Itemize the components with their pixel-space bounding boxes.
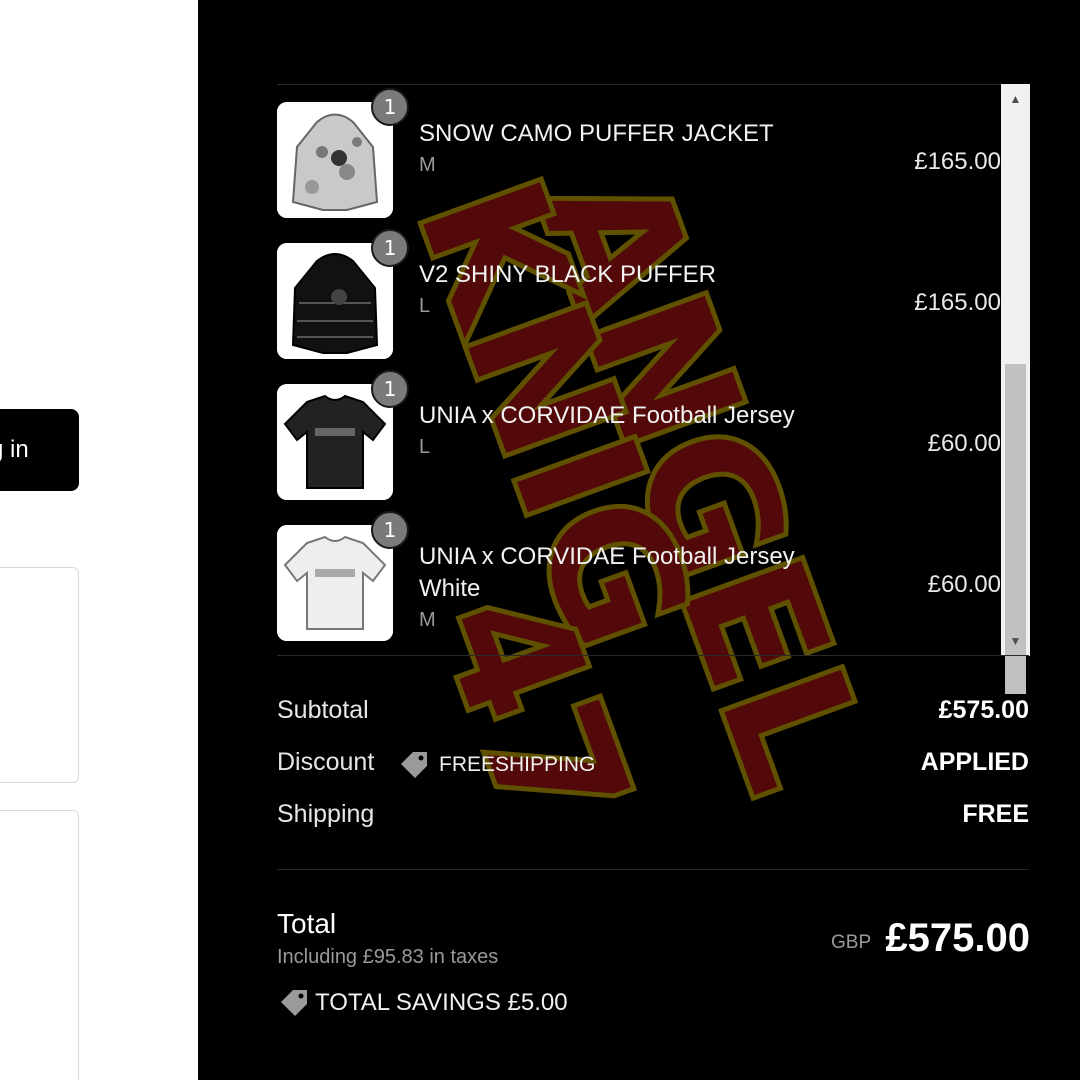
quantity-badge: 1 [371, 370, 409, 408]
item-name: SNOW CAMO PUFFER JACKET [419, 120, 774, 147]
form-box [0, 567, 79, 783]
order-summary-panel: ANGEL KNIG 47 1 SNOW CAMO PUFFER JACKET … [198, 0, 1080, 1080]
currency-code: GBP [831, 932, 872, 953]
scrollbar[interactable]: ▲ ▼ [1001, 84, 1030, 694]
login-button[interactable]: g in [0, 409, 79, 491]
shipping-row: Shipping FREE [277, 800, 1029, 840]
item-price: £165.00 [914, 289, 1001, 316]
shipping-value: FREE [962, 800, 1029, 828]
product-image: 1 [277, 511, 409, 641]
scroll-up-arrow-icon[interactable]: ▲ [1001, 84, 1030, 114]
shipping-label: Shipping [277, 800, 375, 828]
subtotal-value: £575.00 [938, 696, 1029, 724]
divider [277, 869, 1029, 870]
item-variant: M [419, 154, 436, 176]
scroll-down-arrow-icon[interactable]: ▼ [1001, 626, 1030, 656]
product-image: 1 [277, 229, 409, 359]
taxes-note: Including £95.83 in taxes [277, 946, 499, 968]
total-label: Total [277, 908, 337, 939]
item-variant: L [419, 295, 431, 317]
cart-item: 1 V2 SHINY BLACK PUFFER L £165.00 [277, 225, 1001, 359]
discount-row: Discount FREESHIPPING APPLIED [277, 748, 1029, 788]
cart-items-list[interactable]: 1 SNOW CAMO PUFFER JACKET M £165.00 1 V2… [277, 84, 1029, 656]
quantity-badge: 1 [371, 88, 409, 126]
item-price: £60.00 [927, 430, 1001, 457]
quantity-badge: 1 [371, 511, 409, 549]
cart-item: 1 SNOW CAMO PUFFER JACKET M £165.00 [277, 84, 1001, 218]
item-variant: L [419, 436, 431, 458]
quantity-badge: 1 [371, 229, 409, 267]
cart-item: 1 UNIA x CORVIDAE Football Jersey White … [277, 507, 1001, 655]
product-image: 1 [277, 88, 409, 218]
divider [277, 655, 1029, 656]
item-name: V2 SHINY BLACK PUFFER [419, 261, 716, 288]
tag-icon [401, 752, 427, 778]
item-name: UNIA x CORVIDAE Football Jersey [419, 402, 795, 429]
total-savings-text: TOTAL SAVINGS £5.00 [315, 989, 568, 1016]
discount-label: Discount [277, 748, 375, 776]
item-price: £165.00 [914, 148, 1001, 175]
item-variant: M [419, 609, 436, 631]
item-price: £60.00 [927, 571, 1001, 598]
form-box [0, 810, 79, 1080]
item-name: UNIA x CORVIDAE Football Jersey White [419, 543, 795, 602]
left-panel: g in [0, 0, 198, 1080]
total-value: £575.00 [885, 916, 1030, 960]
total-savings: TOTAL SAVINGS £5.00 [277, 988, 568, 1018]
subtotal-row: Subtotal £575.00 [277, 696, 1029, 736]
discount-value: APPLIED [920, 748, 1029, 776]
product-image: 1 [277, 370, 409, 500]
tag-icon [281, 990, 307, 1016]
cart-item: 1 UNIA x CORVIDAE Football Jersey L £60.… [277, 366, 1001, 500]
discount-code: FREESHIPPING [397, 750, 595, 780]
discount-code-text: FREESHIPPING [439, 753, 596, 776]
subtotal-label: Subtotal [277, 696, 369, 724]
